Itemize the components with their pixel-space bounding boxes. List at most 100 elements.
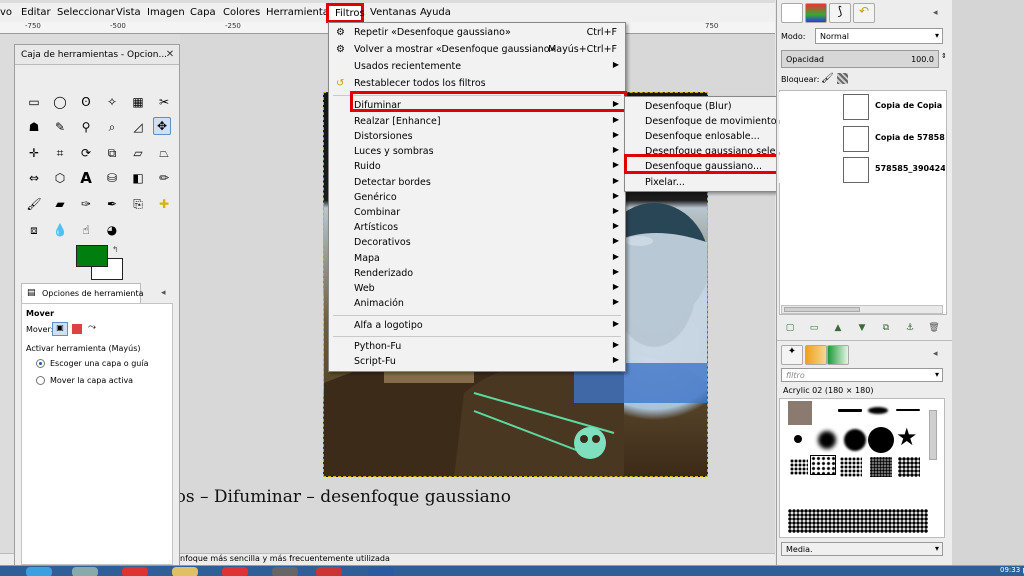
swap-colors-icon[interactable]: ↰ — [112, 245, 119, 254]
foreground-select-icon[interactable]: ☗ — [25, 118, 43, 136]
tab-menu-icon[interactable]: ◂ — [161, 288, 166, 298]
menu-item-repeat[interactable]: ⚙ Repetir «Desenfoque gaussiano» Ctrl+F — [329, 26, 625, 41]
brush-thumb[interactable] — [790, 459, 808, 475]
menu-item-reshow[interactable]: ⚙ Volver a mostrar «Desenfoque gaussiano… — [329, 43, 625, 58]
layers-tab-icon[interactable] — [781, 3, 803, 23]
cage-icon[interactable]: ⬡ — [51, 169, 69, 187]
layers-hscrollbar[interactable] — [781, 305, 943, 314]
menu-capa[interactable]: Capa — [190, 7, 216, 18]
move-active-radio[interactable] — [36, 376, 45, 385]
lower-layer-icon[interactable]: ▼ — [855, 322, 869, 334]
brush-thumb[interactable] — [840, 457, 862, 477]
brush-thumb[interactable] — [896, 409, 920, 411]
menu-colores[interactable]: Colores — [223, 7, 260, 18]
duplicate-layer-icon[interactable]: ⧉ — [879, 322, 893, 334]
menu-item-renderizado[interactable]: Renderizado ▶ — [329, 267, 625, 282]
brushes-scrollbar[interactable] — [929, 410, 937, 460]
menu-item-distorsiones[interactable]: Distorsiones ▶ — [329, 130, 625, 145]
brushes-grid[interactable]: ★ — [779, 398, 945, 538]
tool-options-tab[interactable]: ▤ Opciones de herramienta — [21, 283, 144, 303]
brush-thumb[interactable] — [870, 457, 892, 477]
explorer-icon[interactable] — [72, 567, 98, 576]
channels-tab-icon[interactable] — [805, 3, 827, 23]
scale-icon[interactable]: ⧉ — [103, 144, 121, 162]
menu-item-mapa[interactable]: Mapa ▶ — [329, 252, 625, 267]
brush-thumb[interactable] — [868, 407, 888, 414]
foreground-color-swatch[interactable] — [76, 245, 108, 267]
patterns-tab-icon[interactable] — [805, 345, 827, 365]
toolbox-titlebar[interactable]: Caja de herramientas - Opcion... ✕ — [15, 45, 179, 65]
perspective-icon[interactable]: ⏢ — [155, 144, 173, 162]
mode-select[interactable]: Normal ▾ — [815, 28, 943, 44]
menu-item-bordes[interactable]: Detectar bordes ▶ — [329, 176, 625, 191]
scrollbar-thumb[interactable] — [784, 307, 860, 312]
menu-item-realzar[interactable]: Realzar [Enhance] ▶ — [329, 115, 625, 130]
brush-thumb[interactable] — [838, 409, 862, 412]
menu-imagen[interactable]: Imagen — [147, 7, 185, 18]
airbrush-icon[interactable]: ✑ — [77, 195, 95, 213]
color-select-icon[interactable]: ▦ — [129, 93, 147, 111]
perspective-clone-icon[interactable]: ⧈ — [25, 221, 43, 239]
menu-item-animacion[interactable]: Animación ▶ — [329, 297, 625, 312]
alpha-lock-icon[interactable] — [837, 73, 848, 84]
color-picker-icon[interactable]: ⚲ — [77, 118, 95, 136]
pencil-icon[interactable]: ✏ — [155, 169, 173, 187]
tab-menu-icon[interactable]: ◂ — [933, 8, 938, 18]
smudge-icon[interactable]: ☝ — [77, 221, 95, 239]
bucket-fill-icon[interactable]: ⛁ — [103, 169, 121, 187]
pick-layer-radio[interactable] — [36, 359, 45, 368]
paths-tab-icon[interactable]: ⟆ — [829, 3, 851, 23]
tab-menu-icon[interactable]: ◂ — [933, 349, 938, 359]
menu-herramientas[interactable]: Herramientas — [266, 7, 334, 18]
new-layer-icon[interactable]: ▢ — [783, 322, 797, 334]
text-tool-icon[interactable]: A — [77, 169, 95, 187]
menu-ventanas[interactable]: Ventanas — [370, 7, 416, 18]
menu-item-script-fu[interactable]: Script-Fu ▶ — [329, 355, 625, 370]
brush-filter-input[interactable]: filtro ▾ — [781, 368, 943, 382]
move-layer-icon[interactable]: ▣ — [52, 322, 68, 336]
move-path-icon[interactable]: ⤳ — [88, 322, 96, 333]
brush-thumb[interactable] — [794, 435, 802, 443]
gradient-icon[interactable]: ◧ — [129, 169, 147, 187]
menu-seleccionar[interactable]: Seleccionar — [57, 7, 115, 18]
folder-icon[interactable] — [172, 567, 198, 576]
flip-icon[interactable]: ⇔ — [25, 169, 43, 187]
brush-thumb[interactable] — [868, 427, 894, 453]
scissors-icon[interactable]: ✂ — [155, 93, 173, 111]
menu-archivo[interactable]: vo — [0, 7, 12, 18]
brush-thumb[interactable] — [788, 401, 812, 425]
menu-item-decorativos[interactable]: Decorativos ▶ — [329, 236, 625, 251]
menu-ayuda[interactable]: Ayuda — [420, 7, 451, 18]
fuzzy-select-icon[interactable]: ✧ — [103, 93, 121, 111]
menu-filtros[interactable]: Filtros — [326, 3, 365, 23]
menu-vista[interactable]: Vista — [116, 7, 141, 18]
menu-item-recent[interactable]: Usados recientemente ▶ — [329, 60, 625, 75]
layer-row[interactable]: 578585_390424260 — [779, 155, 945, 183]
crop-icon[interactable]: ⌗ — [51, 144, 69, 162]
ellipse-select-icon[interactable]: ◯ — [51, 93, 69, 111]
eraser-icon[interactable]: ▰ — [51, 195, 69, 213]
layer-group-icon[interactable]: ▭ — [807, 322, 821, 334]
brushes-tab-icon[interactable]: ✦ — [781, 345, 803, 365]
lasso-icon[interactable]: ʘ — [77, 93, 95, 111]
menu-item-web[interactable]: Web ▶ — [329, 282, 625, 297]
gimp-icon[interactable] — [272, 567, 298, 576]
menu-item-reset[interactable]: ↺ Restablecer todos los filtros — [329, 77, 625, 92]
rotate-icon[interactable]: ⟳ — [77, 144, 95, 162]
chrome-icon[interactable] — [222, 567, 248, 576]
paths-icon[interactable]: ✎ — [51, 118, 69, 136]
layer-row[interactable]: Copia de Copia de — [779, 92, 945, 120]
zoom-icon[interactable]: ⌕ — [103, 118, 121, 136]
menu-item-ruido[interactable]: Ruido ▶ — [329, 160, 625, 175]
raise-layer-icon[interactable]: ▲ — [831, 322, 845, 334]
align-icon[interactable]: ✛ — [25, 144, 43, 162]
menu-item-alfa-logotipo[interactable]: Alfa a logotipo ▶ — [329, 319, 625, 334]
rect-select-icon[interactable]: ▭ — [25, 93, 43, 111]
brush-view-select[interactable]: Media. ▾ — [781, 542, 943, 556]
undo-tab-icon[interactable]: ↶ — [853, 3, 875, 23]
ink-icon[interactable]: ✒ — [103, 195, 121, 213]
dodge-burn-icon[interactable]: ◕ — [103, 221, 121, 239]
chrome-icon[interactable] — [122, 567, 148, 576]
powerpoint-icon[interactable] — [316, 567, 342, 576]
move-selection-icon[interactable] — [72, 324, 82, 334]
